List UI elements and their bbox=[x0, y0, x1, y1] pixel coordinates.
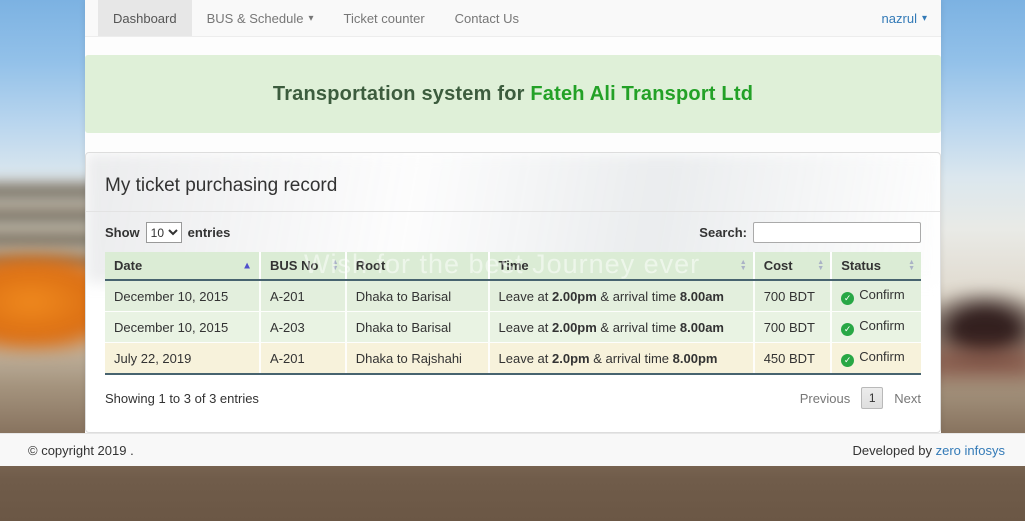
sort-asc-icon: ▲ bbox=[242, 260, 252, 271]
cell-status: ✓ Confirm bbox=[831, 312, 921, 343]
column-header-cost[interactable]: Cost ▲▼ bbox=[754, 252, 832, 280]
caret-down-icon: ▾ bbox=[922, 13, 927, 24]
check-circle-icon: ✓ bbox=[841, 292, 854, 305]
cell-date: December 10, 2015 bbox=[105, 280, 260, 312]
search-control: Search: bbox=[699, 222, 921, 243]
nav-item-dashboard[interactable]: Dashboard bbox=[98, 0, 192, 36]
page-length-select[interactable]: 10 bbox=[146, 222, 182, 243]
search-input[interactable] bbox=[753, 222, 921, 243]
background-red-blur bbox=[927, 348, 1025, 378]
section-heading: My ticket purchasing record bbox=[105, 175, 921, 197]
show-label: Show bbox=[105, 225, 140, 240]
cell-date: December 10, 2015 bbox=[105, 312, 260, 343]
status-badge: Confirm bbox=[859, 349, 905, 364]
check-circle-icon: ✓ bbox=[841, 354, 854, 367]
user-menu[interactable]: nazrul ▾ bbox=[882, 11, 927, 26]
entries-label: entries bbox=[188, 225, 231, 240]
sort-icon: ▲▼ bbox=[908, 260, 915, 272]
table-row: July 22, 2019 A-201 Dhaka to Rajshahi Le… bbox=[105, 343, 921, 375]
page-title: Transportation system for Fateh Ali Tran… bbox=[273, 83, 753, 106]
ticket-record-card: Wish for the best Journey ever My ticket… bbox=[85, 152, 941, 433]
cell-status: ✓ Confirm bbox=[831, 343, 921, 375]
main-container: Dashboard BUS & Schedule ▾ Ticket counte… bbox=[85, 0, 941, 433]
sort-icon: ▲▼ bbox=[817, 260, 824, 272]
cell-bus-no: A-203 bbox=[260, 312, 346, 343]
table-row: December 10, 2015 A-201 Dhaka to Barisal… bbox=[105, 280, 921, 312]
table-row: December 10, 2015 A-203 Dhaka to Barisal… bbox=[105, 312, 921, 343]
sort-icon: ▲▼ bbox=[740, 260, 747, 272]
navbar-right: nazrul ▾ bbox=[882, 0, 941, 36]
previous-button[interactable]: Previous bbox=[800, 391, 851, 406]
top-navbar: Dashboard BUS & Schedule ▾ Ticket counte… bbox=[85, 0, 941, 37]
cell-cost: 700 BDT bbox=[754, 312, 832, 343]
search-label: Search: bbox=[699, 225, 747, 240]
column-header-date[interactable]: Date ▲ bbox=[105, 252, 260, 280]
nav-item-label: BUS & Schedule bbox=[207, 11, 304, 26]
column-header-status[interactable]: Status ▲▼ bbox=[831, 252, 921, 280]
cell-root: Dhaka to Rajshahi bbox=[346, 343, 489, 375]
cell-root: Dhaka to Barisal bbox=[346, 280, 489, 312]
cell-date: July 22, 2019 bbox=[105, 343, 260, 375]
nav-item-bus-schedule[interactable]: BUS & Schedule ▾ bbox=[192, 0, 329, 36]
cell-cost: 700 BDT bbox=[754, 280, 832, 312]
page-length-control: Show 10 entries bbox=[105, 222, 230, 243]
copyright-text: © copyright 2019 . bbox=[28, 443, 134, 458]
developer-credit: Developed by zero infosys bbox=[853, 443, 1006, 458]
site-footer: © copyright 2019 . Developed by zero inf… bbox=[0, 433, 1025, 466]
title-banner: Transportation system for Fateh Ali Tran… bbox=[85, 55, 941, 133]
pagination: Previous 1 Next bbox=[800, 387, 921, 409]
developer-link[interactable]: zero infosys bbox=[936, 443, 1005, 458]
cell-cost: 450 BDT bbox=[754, 343, 832, 375]
nav-item-label: Ticket counter bbox=[343, 11, 424, 26]
entries-summary: Showing 1 to 3 of 3 entries bbox=[105, 391, 259, 406]
company-name: Fateh Ali Transport Ltd bbox=[530, 83, 753, 105]
table-controls: Show 10 entries Search: bbox=[105, 222, 921, 243]
divider bbox=[86, 211, 940, 212]
ticket-table: Date ▲ BUS No ▲▼ Root Time ▲▼ bbox=[105, 252, 921, 375]
cell-time: Leave at 2.00pm & arrival time 8.00am bbox=[489, 312, 754, 343]
table-header-row: Date ▲ BUS No ▲▼ Root Time ▲▼ bbox=[105, 252, 921, 280]
caret-down-icon: ▾ bbox=[308, 13, 313, 24]
column-header-time[interactable]: Time ▲▼ bbox=[489, 252, 754, 280]
status-badge: Confirm bbox=[859, 318, 905, 333]
table-footer: Showing 1 to 3 of 3 entries Previous 1 N… bbox=[105, 387, 921, 409]
user-name: nazrul bbox=[882, 11, 917, 26]
nav-item-ticket-counter[interactable]: Ticket counter bbox=[328, 0, 439, 36]
status-badge: Confirm bbox=[859, 287, 905, 302]
column-header-root[interactable]: Root bbox=[346, 252, 489, 280]
nav-item-label: Dashboard bbox=[113, 11, 177, 26]
sort-icon: ▲▼ bbox=[332, 260, 339, 272]
column-header-bus-no[interactable]: BUS No ▲▼ bbox=[260, 252, 346, 280]
nav-item-contact-us[interactable]: Contact Us bbox=[440, 0, 534, 36]
check-circle-icon: ✓ bbox=[841, 323, 854, 336]
cell-time: Leave at 2.0pm & arrival time 8.00pm bbox=[489, 343, 754, 375]
nav-item-label: Contact Us bbox=[455, 11, 519, 26]
cell-time: Leave at 2.00pm & arrival time 8.00am bbox=[489, 280, 754, 312]
cell-bus-no: A-201 bbox=[260, 343, 346, 375]
cell-status: ✓ Confirm bbox=[831, 280, 921, 312]
cell-root: Dhaka to Barisal bbox=[346, 312, 489, 343]
page-title-prefix: Transportation system for bbox=[273, 83, 530, 105]
next-button[interactable]: Next bbox=[894, 391, 921, 406]
page-number-button[interactable]: 1 bbox=[861, 387, 883, 409]
cell-bus-no: A-201 bbox=[260, 280, 346, 312]
